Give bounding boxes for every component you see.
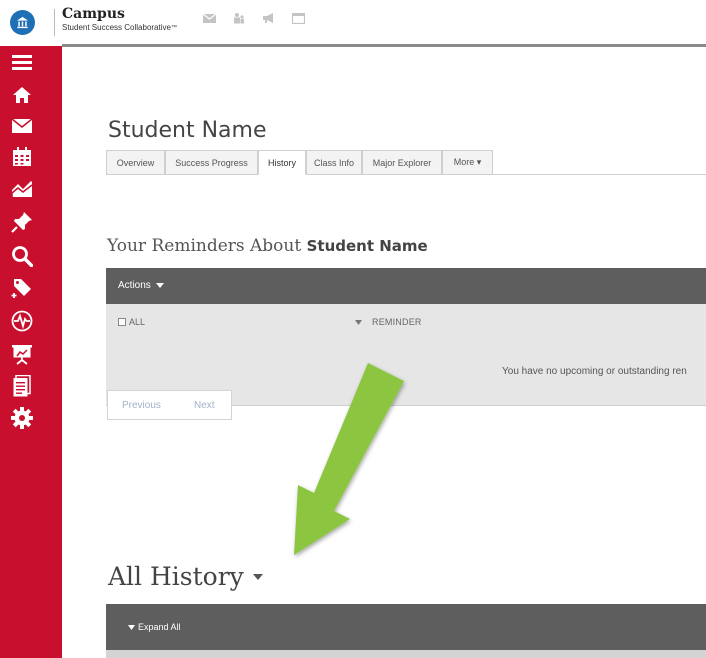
people-icon[interactable] [233,12,245,24]
gear-icon[interactable] [10,406,34,430]
select-all-checkbox[interactable]: ALL [118,317,145,327]
brand-trademark: ™ [170,25,177,31]
all-history-heading[interactable]: All History [108,562,263,591]
history-list [106,650,706,658]
tab-more[interactable]: More ▾ [442,150,493,175]
reminders-heading-student: Student Name [306,237,428,255]
presentation-icon[interactable] [10,342,34,366]
checkbox-icon[interactable] [118,318,126,326]
megaphone-icon[interactable] [262,13,275,23]
caret-down-icon [128,624,135,630]
header-divider [62,44,706,47]
mail-icon[interactable] [10,114,34,138]
reminders-toolbar: Actions [106,268,706,304]
menu-icon[interactable] [10,50,34,74]
reminders-heading: Your Reminders About Student Name [107,236,428,256]
sort-caret-icon[interactable] [355,318,362,327]
sidebar [0,46,62,658]
pagination: Previous Next [107,390,232,420]
calendar-icon[interactable] [10,145,34,169]
history-toolbar: Expand All [106,604,706,650]
caret-down-icon [155,283,164,288]
tab-class-info[interactable]: Class Info [306,150,362,175]
pin-icon[interactable] [10,210,34,234]
tag-add-icon[interactable] [10,276,34,300]
brand[interactable]: Campus Student Success Collaborative™ [62,6,177,33]
expand-all-button[interactable]: Expand All [128,622,181,632]
empty-reminders-message: You have no upcoming or outstanding ren [502,366,687,377]
search-icon[interactable] [10,244,34,268]
column-header-reminder[interactable]: REMINDER [372,317,422,327]
home-icon[interactable] [10,83,34,107]
logo-divider [54,9,55,36]
tab-major-explorer[interactable]: Major Explorer [362,150,442,175]
brand-name: Campus [62,6,125,22]
document-icon[interactable] [10,374,34,398]
chevron-down-icon[interactable] [252,573,263,580]
window-icon[interactable] [292,12,305,24]
mail-icon[interactable] [203,13,216,23]
tab-success-progress[interactable]: Success Progress [165,150,258,175]
select-all-label: ALL [129,317,146,327]
previous-button[interactable]: Previous [122,400,161,411]
top-header: Campus Student Success Collaborative™ [0,0,706,46]
actions-label: Actions [118,280,151,291]
tab-history[interactable]: History [258,150,306,175]
brand-subtitle: Student Success Collaborative™ [62,23,177,32]
all-history-label: All History [108,562,244,591]
pulse-icon[interactable] [10,309,34,333]
campus-logo-icon[interactable] [10,10,35,35]
tab-bar: Overview Success Progress History Class … [106,150,706,175]
actions-dropdown[interactable]: Actions [118,280,164,291]
top-icons [203,12,305,24]
expand-all-label: Expand All [138,622,181,632]
next-button[interactable]: Next [194,400,215,411]
page-title: Student Name [108,118,267,143]
reminders-heading-prefix: Your Reminders About [107,236,302,256]
tab-overview[interactable]: Overview [106,150,165,175]
chart-icon[interactable] [10,177,34,201]
